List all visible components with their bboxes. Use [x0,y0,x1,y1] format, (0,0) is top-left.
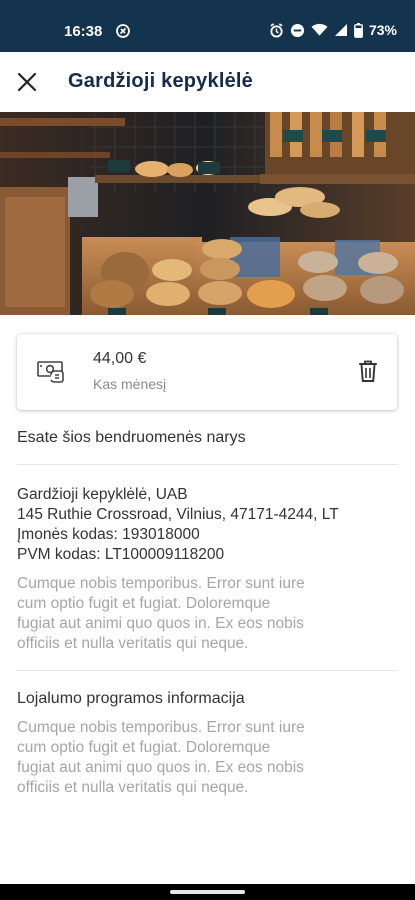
company-address: 145 Ruthie Crossroad, Vilnius, 47171-424… [17,506,339,523]
status-bar: 16:38 73% [0,0,415,52]
description-line: fugiat aut animi quo quos in. Ex eos nob… [17,615,304,632]
description-line: fugiat aut animi quo quos in. Ex eos nob… [17,759,304,776]
hero-image [0,112,415,315]
alarm-icon [270,22,283,38]
signal-icon [334,24,347,36]
money-icon [37,361,64,383]
company-code: Įmonės kodas: 193018000 [17,526,200,543]
company-name: Gardžioji kepyklėlė, UAB [17,486,188,503]
loyalty-description: Cumque nobis temporibus. Error sunt iure… [17,718,392,798]
battery-icon [354,22,363,38]
description-line: officiis et nulla veritatis qui neque. [17,779,249,796]
trash-icon[interactable] [357,359,379,383]
app-bar: Gardžioji kepyklėlė [0,52,415,112]
page-title: Gardžioji kepyklėlė [68,70,253,92]
company-description: Cumque nobis temporibus. Error sunt iure… [17,574,392,654]
close-icon[interactable] [14,69,40,95]
description-line: Cumque nobis temporibus. Error sunt iure [17,719,305,736]
vat-code: PVM kodas: LT100009118200 [17,546,225,563]
loyalty-title: Lojalumo programos informacija [17,690,245,707]
subscription-period: Kas mėnesį [93,376,167,392]
description-line: cum optio fugit et fugiat. Doloremque [17,739,271,756]
divider [17,464,398,465]
description-line: Cumque nobis temporibus. Error sunt iure [17,575,305,592]
divider [17,670,398,671]
status-time: 16:38 [64,23,103,40]
subscription-amount: 44,00 € [93,350,147,367]
company-info: Gardžioji kepyklėlė, UAB 145 Ruthie Cros… [17,485,402,565]
wifi-icon [311,23,328,36]
description-line: officiis et nulla veritatis qui neque. [17,635,249,652]
app-notification-icon [116,24,130,38]
status-icons: 73% [269,22,397,38]
membership-text: Esate šios bendruomenės narys [17,429,246,446]
do-not-disturb-icon [290,23,305,37]
battery-percentage: 73% [368,22,397,38]
subscription-card: 44,00 € Kas mėnesį [17,334,397,410]
home-gesture-handle[interactable] [170,890,245,894]
description-line: cum optio fugit et fugiat. Doloremque [17,595,271,612]
system-navigation-bar [0,884,415,900]
bakery-photo [0,112,415,315]
